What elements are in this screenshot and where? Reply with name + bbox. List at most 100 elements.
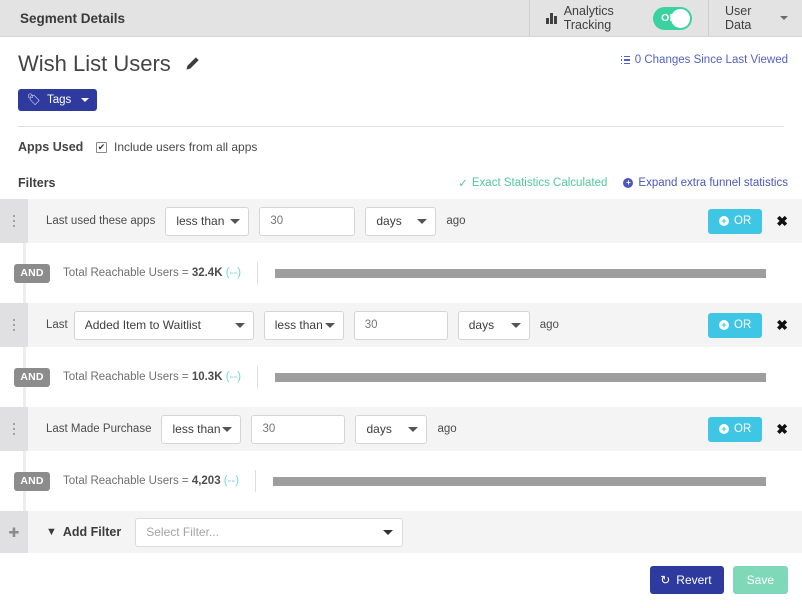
analytics-tracking-section: Analytics Tracking ON xyxy=(530,0,709,36)
select-filter-placeholder: Select Filter... xyxy=(146,525,219,539)
comparator-select[interactable]: less than xyxy=(263,310,344,340)
drag-handle[interactable] xyxy=(0,303,28,347)
include-all-apps-label: Include users from all apps xyxy=(114,140,258,154)
changes-label: 0 Changes Since Last Viewed xyxy=(634,54,788,66)
drag-dots-icon xyxy=(12,318,16,332)
plus-circle-icon: + xyxy=(719,320,730,330)
filters-header: Filters ✓ Exact Statistics Calculated + … xyxy=(0,176,802,190)
stat-value: 10.3K xyxy=(191,371,223,383)
segment-header: Wish List Users 0 Changes Since Last Vie… xyxy=(0,37,802,127)
analytics-tracking-toggle[interactable]: ON xyxy=(653,6,692,30)
drag-handle[interactable] xyxy=(0,199,28,243)
filters-title: Filters xyxy=(18,176,56,190)
add-or-button[interactable]: + OR xyxy=(708,208,763,234)
filter-row-actions: + OR ✖ xyxy=(696,312,790,338)
filter-row: Last used these apps less than days ago … xyxy=(0,199,802,243)
pencil-icon[interactable] xyxy=(185,56,200,76)
add-or-button[interactable]: + OR xyxy=(708,312,763,338)
and-stat-row: AND Total Reachable Users = 10.3K (--) xyxy=(0,362,802,392)
remove-filter-icon[interactable]: ✖ xyxy=(776,318,790,332)
divider xyxy=(255,470,257,492)
undo-icon: ↻ xyxy=(660,573,671,587)
stat-value: 32.4K xyxy=(191,267,223,279)
user-data-menu[interactable]: User Data xyxy=(709,0,802,36)
chevron-down-icon xyxy=(383,530,394,535)
comparator-select[interactable]: less than xyxy=(161,414,242,444)
check-icon: ✓ xyxy=(458,178,468,190)
value-input[interactable] xyxy=(251,414,346,444)
and-stat-row: AND Total Reachable Users = 32.4K (--) xyxy=(0,258,802,288)
filter-label: Last used these apps xyxy=(46,215,156,227)
chevron-down-icon xyxy=(510,323,521,328)
drag-dots-icon xyxy=(12,214,16,228)
ago-label: ago xyxy=(437,423,457,435)
value-input[interactable] xyxy=(259,206,356,236)
value-input[interactable] xyxy=(353,310,448,340)
unit-value: days xyxy=(376,214,402,228)
drag-handle[interactable] xyxy=(0,407,28,451)
plus-icon: ✚ xyxy=(8,524,20,540)
exact-statistics-label: Exact Statistics Calculated xyxy=(471,177,608,189)
reachable-users-stat: Total Reachable Users = 32.4K (--) xyxy=(63,267,241,279)
page-title: Segment Details xyxy=(0,0,530,36)
expand-funnel-statistics-link[interactable]: + Expand extra funnel statistics xyxy=(623,177,788,189)
add-filter-row: ✚ ▼ Add Filter Select Filter... xyxy=(0,511,802,553)
footer-actions: ↻ Revert Save xyxy=(650,566,788,594)
stat-delta: (--) xyxy=(225,267,242,279)
unit-select[interactable]: days xyxy=(365,206,437,236)
filter-label: Last Made Purchase xyxy=(46,423,152,435)
tags-button[interactable]: 🏷 Tags xyxy=(18,89,98,111)
filter-row-actions: + OR ✖ xyxy=(696,416,790,442)
add-filter-label: Add Filter xyxy=(62,525,122,539)
bar-fill xyxy=(273,476,766,486)
comparator-value: less than xyxy=(172,422,221,436)
changes-since-last-viewed-link[interactable]: 0 Changes Since Last Viewed xyxy=(620,54,788,66)
filter-row: Last Made Purchase less than days ago + … xyxy=(0,407,802,451)
chevron-down-icon xyxy=(408,427,419,432)
reachable-users-stat: Total Reachable Users = 10.3K (--) xyxy=(63,371,241,383)
comparator-value: less than xyxy=(274,318,323,332)
ago-label: ago xyxy=(446,215,466,227)
add-or-button[interactable]: + OR xyxy=(708,416,763,442)
or-label: OR xyxy=(734,319,752,331)
comparator-select[interactable]: less than xyxy=(165,206,250,236)
revert-button[interactable]: ↻ Revert xyxy=(650,566,724,594)
include-all-apps-option[interactable]: ✔ Include users from all apps xyxy=(96,140,257,154)
filter-row-actions: + OR ✖ xyxy=(696,208,790,234)
revert-label: Revert xyxy=(676,573,712,587)
and-badge: AND xyxy=(14,471,50,491)
stat-value: 4,203 xyxy=(191,475,221,487)
unit-value: days xyxy=(366,422,392,436)
include-all-apps-checkbox[interactable]: ✔ xyxy=(96,141,107,153)
drag-dots-icon xyxy=(12,422,16,436)
chevron-down-icon xyxy=(780,16,788,20)
add-filter-handle[interactable]: ✚ xyxy=(0,511,28,553)
bar-chart-icon xyxy=(546,12,557,24)
segment-name: Wish List Users xyxy=(18,51,171,76)
unit-select[interactable]: days xyxy=(355,414,428,444)
divider xyxy=(257,366,259,388)
plus-circle-icon: + xyxy=(719,216,730,226)
chevron-down-icon xyxy=(417,219,428,224)
add-filter-label-group: ▼ Add Filter xyxy=(46,525,121,539)
comparator-value: less than xyxy=(176,214,225,228)
filter-row: Last Added Item to Waitlist less than da… xyxy=(0,303,802,347)
bar-fill xyxy=(275,268,766,278)
unit-select[interactable]: days xyxy=(457,310,530,340)
and-badge: AND xyxy=(14,367,50,387)
plus-circle-icon: + xyxy=(623,178,634,188)
remove-filter-icon[interactable]: ✖ xyxy=(776,422,790,436)
segment-details-page: Segment Details Analytics Tracking ON Us… xyxy=(0,0,802,608)
filter-body: Last Added Item to Waitlist less than da… xyxy=(28,303,802,347)
select-filter-dropdown[interactable]: Select Filter... xyxy=(135,517,404,547)
ago-label: ago xyxy=(539,319,559,331)
save-button[interactable]: Save xyxy=(732,566,788,594)
add-filter-body: ▼ Add Filter Select Filter... xyxy=(28,511,802,553)
event-select[interactable]: Added Item to Waitlist xyxy=(73,310,254,340)
filters-list: Last used these apps less than days ago … xyxy=(0,199,802,553)
remove-filter-icon[interactable]: ✖ xyxy=(776,214,790,228)
